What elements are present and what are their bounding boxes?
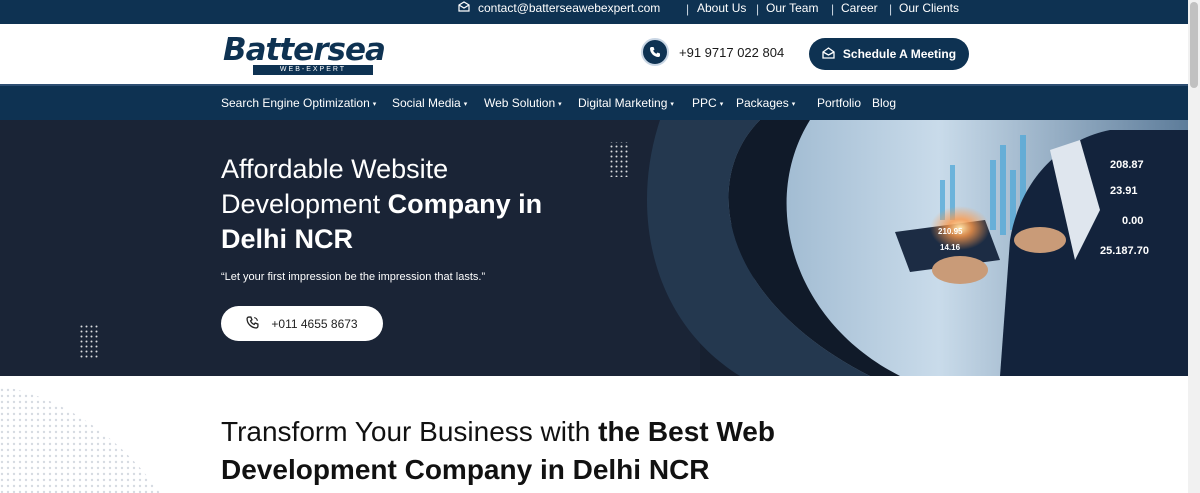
section-heading: Transform Your Business with the Best We… xyxy=(221,413,841,489)
nav-item-label: Portfolio xyxy=(817,96,862,110)
nav-item-web-solution[interactable]: Web Solution ▾ xyxy=(484,96,562,110)
chevron-down-icon: ▾ xyxy=(463,100,468,108)
logo-tagline: WEB-EXPERT xyxy=(253,65,373,75)
schedule-meeting-button[interactable]: Schedule A Meeting xyxy=(809,38,969,70)
contact-email-link[interactable]: contact@batterseawebexpert.com xyxy=(458,1,660,15)
nav-item-label: Social Media xyxy=(392,96,461,110)
graphic-number: 25.187.70 xyxy=(1100,245,1149,257)
top-bar: contact@batterseawebexpert.com | About U… xyxy=(0,0,1188,24)
schedule-meeting-label: Schedule A Meeting xyxy=(842,47,957,61)
graphic-number: 210.95 xyxy=(938,227,963,236)
career-link[interactable]: Career xyxy=(841,1,878,15)
nav-item-packages[interactable]: Packages ▾ xyxy=(736,96,795,110)
nav-item-blog[interactable]: Blog xyxy=(872,96,896,110)
hero-title-line2-bold: Company in xyxy=(387,189,543,219)
our-team-link[interactable]: Our Team xyxy=(766,1,818,15)
separator: | xyxy=(831,2,835,16)
nav-item-portfolio[interactable]: Portfolio xyxy=(817,96,861,110)
nav-item-seo[interactable]: Search Engine Optimization ▾ xyxy=(221,96,376,110)
hero-call-number: +011 4655 8673 xyxy=(271,316,358,331)
hero-banner: 208.87 23.91 0.00 25.187.70 210.95 14.16… xyxy=(0,120,1188,376)
contact-email-text: contact@batterseawebexpert.com xyxy=(478,1,661,15)
page-scrollbar[interactable] xyxy=(1188,0,1200,493)
hero-title-line2-light: Development xyxy=(221,189,388,219)
separator: | xyxy=(756,2,760,16)
nav-item-label: Packages xyxy=(736,96,789,110)
mail-open-icon xyxy=(822,46,835,62)
section-heading-light: Transform Your Business with xyxy=(221,416,599,447)
nav-item-label: Digital Marketing xyxy=(578,96,668,110)
site-logo[interactable]: Battersea WEB-EXPERT xyxy=(223,32,386,78)
nav-item-label: Web Solution xyxy=(484,96,556,110)
separator: | xyxy=(889,2,893,16)
chevron-down-icon: ▾ xyxy=(791,100,796,108)
dotted-background-pattern xyxy=(0,386,160,493)
graphic-number: 0.00 xyxy=(1122,215,1143,227)
chevron-down-icon: ▾ xyxy=(670,100,674,108)
hero-title: Affordable Website Development Company i… xyxy=(221,152,641,257)
about-us-link[interactable]: About Us xyxy=(697,1,746,15)
hero-call-button[interactable]: +011 4655 8673 xyxy=(221,306,383,341)
hero-quote: “Let your first impression be the impres… xyxy=(221,271,486,283)
section-heading-bold2: Development Company in Delhi NCR xyxy=(221,454,710,485)
site-header: Battersea WEB-EXPERT +91 9717 022 804 Sc… xyxy=(0,24,1188,84)
graphic-number: 23.91 xyxy=(1110,185,1138,197)
nav-item-label: Blog xyxy=(872,96,897,110)
chevron-down-icon: ▾ xyxy=(372,100,377,108)
nav-item-label: Search Engine Optimization xyxy=(221,96,370,110)
scrollbar-thumb[interactable] xyxy=(1190,2,1198,88)
logo-wordmark: Battersea xyxy=(223,32,386,68)
chevron-down-icon: ▾ xyxy=(558,100,562,108)
our-clients-link[interactable]: Our Clients xyxy=(899,1,959,15)
nav-item-ppc[interactable]: PPC ▾ xyxy=(692,96,723,110)
hero-title-line3: Delhi NCR xyxy=(221,224,354,254)
section-heading-bold1: the Best Web xyxy=(598,416,775,447)
separator: | xyxy=(686,2,690,16)
envelope-icon xyxy=(458,1,470,15)
phone-call-icon xyxy=(246,315,259,332)
nav-item-label: PPC xyxy=(692,96,717,110)
graphic-number: 208.87 xyxy=(1110,159,1144,171)
phone-icon xyxy=(641,38,669,66)
hero-title-line1: Affordable Website xyxy=(221,154,449,184)
main-nav: Search Engine Optimization ▾ Social Media… xyxy=(0,84,1188,120)
intro-section: Transform Your Business with the Best We… xyxy=(0,376,1188,493)
chevron-down-icon: ▾ xyxy=(719,100,724,108)
nav-item-digital-marketing[interactable]: Digital Marketing ▾ xyxy=(578,96,674,110)
nav-item-social-media[interactable]: Social Media ▾ xyxy=(392,96,467,110)
header-phone-number: +91 9717 022 804 xyxy=(679,44,785,60)
graphic-number: 14.16 xyxy=(940,243,961,252)
header-phone[interactable]: +91 9717 022 804 xyxy=(641,38,784,66)
